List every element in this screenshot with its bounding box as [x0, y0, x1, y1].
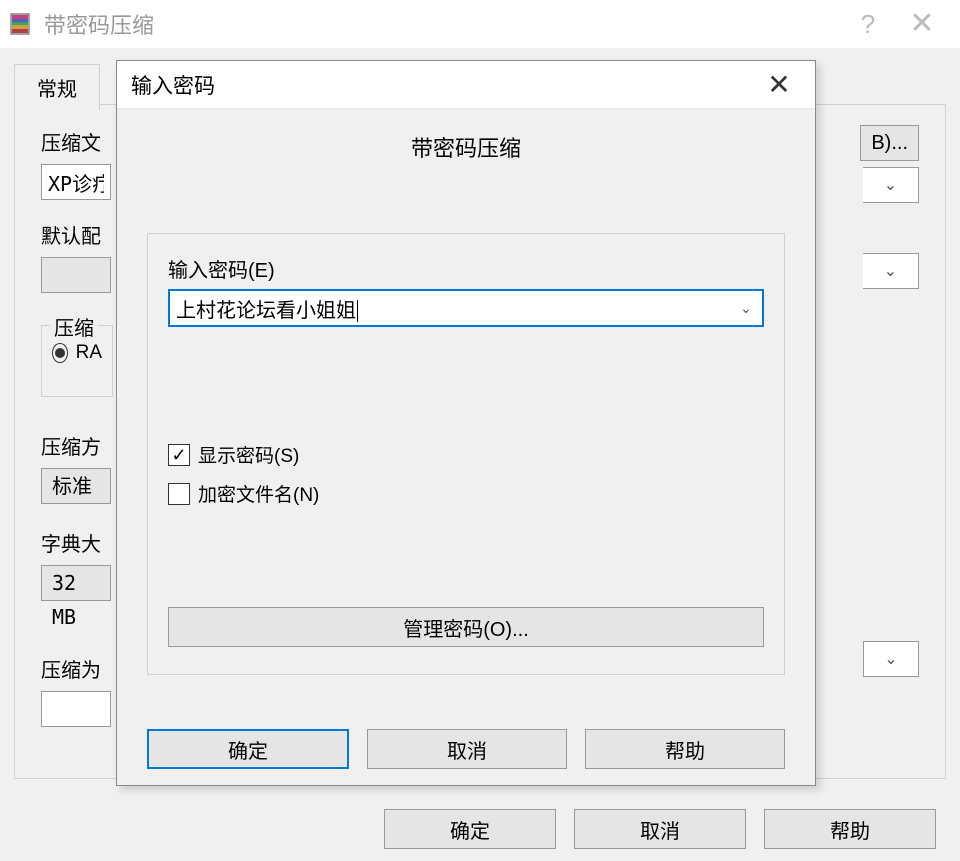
radio-icon	[52, 343, 68, 363]
password-dialog: 输入密码 ✕ 带密码压缩 输入密码(E) 上村花论坛看小姐姐 ⌄ ✓ 显示密码(…	[116, 60, 816, 786]
modal-button-bar: 确定 取消 帮助	[117, 717, 815, 787]
checkbox-icon	[168, 483, 190, 505]
split-input[interactable]	[41, 691, 111, 727]
parent-titlebar: 带密码压缩 ? ✕	[0, 0, 960, 48]
dict-combo[interactable]: 32 MB	[41, 565, 111, 601]
format-rar-radio[interactable]: RA	[52, 338, 102, 368]
profile-dropdown[interactable]: ⌄	[863, 253, 919, 289]
winrar-icon	[8, 12, 32, 36]
method-combo[interactable]: 标准	[41, 468, 111, 504]
browse-button[interactable]: B)...	[860, 125, 919, 161]
profile-combo[interactable]	[41, 257, 111, 293]
modal-title: 输入密码	[131, 70, 757, 100]
checkbox-icon: ✓	[168, 444, 190, 466]
modal-body: 带密码压缩 输入密码(E) 上村花论坛看小姐姐 ⌄ ✓ 显示密码(S) 加密文件…	[117, 109, 815, 717]
help-icon[interactable]: ?	[844, 9, 892, 40]
format-group-label: 压缩	[50, 312, 98, 341]
modal-heading: 带密码压缩	[147, 131, 785, 163]
cancel-button[interactable]: 取消	[574, 809, 746, 849]
ok-button[interactable]: 确定	[384, 809, 556, 849]
tab-general[interactable]: 常规	[14, 64, 100, 110]
modal-titlebar: 输入密码 ✕	[117, 61, 815, 109]
archive-name-input[interactable]	[41, 164, 111, 200]
update-mode-combo[interactable]: ⌄	[863, 167, 919, 203]
modal-help-button[interactable]: 帮助	[585, 729, 785, 769]
format-group: 压缩 RA	[41, 325, 113, 397]
parent-button-bar: 确定 取消 帮助	[0, 809, 960, 849]
help-button[interactable]: 帮助	[764, 809, 936, 849]
modal-close-icon[interactable]: ✕	[757, 71, 801, 99]
parent-title: 带密码压缩	[44, 8, 844, 40]
password-label: 输入密码(E)	[168, 254, 764, 283]
split-unit-combo[interactable]: ⌄	[863, 641, 919, 677]
manage-passwords-button[interactable]: 管理密码(O)...	[168, 607, 764, 647]
password-group: 输入密码(E) 上村花论坛看小姐姐 ⌄ ✓ 显示密码(S) 加密文件名(N) 管…	[147, 233, 785, 675]
password-input[interactable]: 上村花论坛看小姐姐 ⌄	[168, 289, 764, 327]
encrypt-filenames-checkbox[interactable]: 加密文件名(N)	[168, 480, 764, 507]
modal-ok-button[interactable]: 确定	[147, 729, 349, 769]
chevron-down-icon: ⌄	[884, 649, 897, 669]
modal-cancel-button[interactable]: 取消	[367, 729, 567, 769]
close-icon[interactable]: ✕	[892, 9, 952, 39]
show-password-checkbox[interactable]: ✓ 显示密码(S)	[168, 441, 764, 468]
chevron-down-icon: ⌄	[884, 175, 897, 195]
chevron-down-icon[interactable]: ⌄	[736, 300, 756, 317]
chevron-down-icon: ⌄	[884, 261, 897, 281]
